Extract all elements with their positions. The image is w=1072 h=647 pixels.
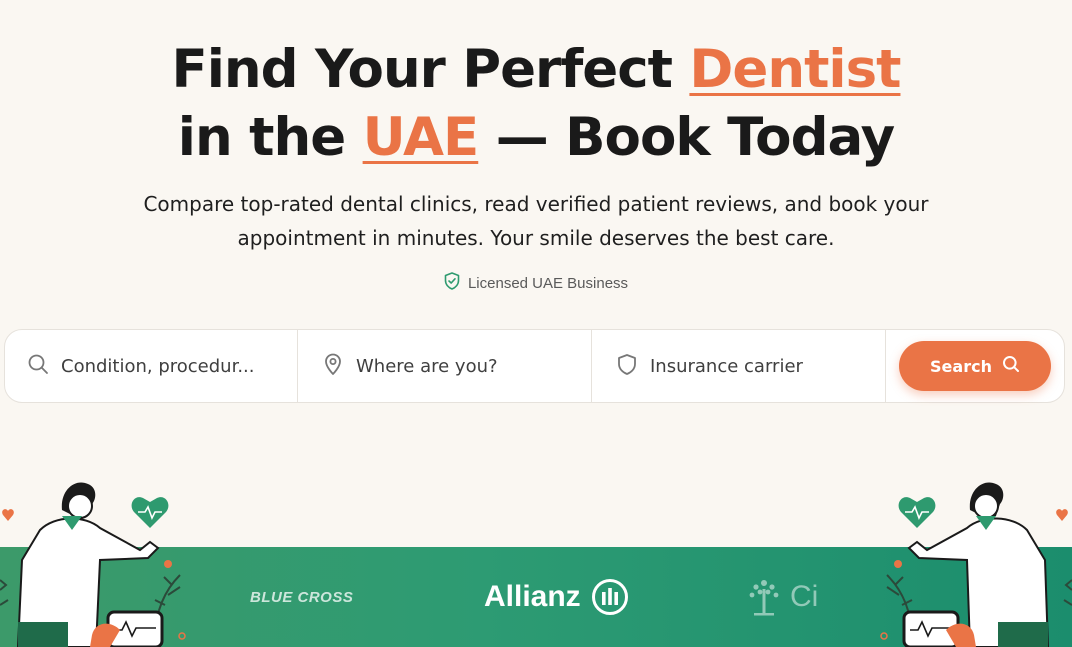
title-accent-dentist: Dentist (689, 39, 901, 100)
tree-icon (749, 580, 779, 616)
title-text-2: in the (177, 107, 363, 168)
bluecross-logo-text: BLUE CROSS (250, 588, 354, 606)
search-button[interactable]: Search (899, 341, 1051, 391)
allianz-logo: Allianz (484, 547, 629, 647)
allianz-logo-text: Allianz (484, 580, 581, 613)
shield-icon (616, 353, 638, 380)
bluecross-logo: BLUE CROSS (250, 547, 353, 647)
doctor-illustration-left (0, 482, 186, 647)
page-title: Find Your Perfect Dentist in the UAE — B… (0, 36, 1072, 172)
insurance-input[interactable]: Insurance carrier (592, 330, 886, 402)
doctor-illustration-right (880, 482, 1072, 647)
search-button-label: Search (930, 356, 992, 376)
condition-input[interactable]: Condition, procedur... (5, 330, 298, 402)
search-icon (1002, 355, 1020, 377)
title-text-1: Find Your Perfect (171, 39, 690, 100)
title-accent-uae: UAE (362, 107, 480, 168)
shield-check-icon (444, 272, 460, 294)
location-placeholder: Where are you? (356, 355, 498, 377)
location-input[interactable]: Where are you? (298, 330, 592, 402)
allianz-emblem-icon (591, 579, 628, 615)
licensed-badge: Licensed UAE Business (0, 272, 1072, 294)
condition-placeholder: Condition, procedur... (61, 355, 255, 377)
cigna-logo: Ci (744, 547, 818, 647)
map-pin-icon (322, 353, 344, 380)
insurance-placeholder: Insurance carrier (650, 355, 803, 377)
search-bar: Condition, procedur... Where are you? In… (4, 329, 1065, 403)
hero-subtitle: Compare top-rated dental clinics, read v… (143, 192, 929, 250)
badge-label: Licensed UAE Business (467, 274, 629, 292)
search-icon (27, 353, 49, 380)
cigna-logo-text: Ci (790, 580, 819, 613)
title-text-3: — Book Today (478, 107, 896, 168)
